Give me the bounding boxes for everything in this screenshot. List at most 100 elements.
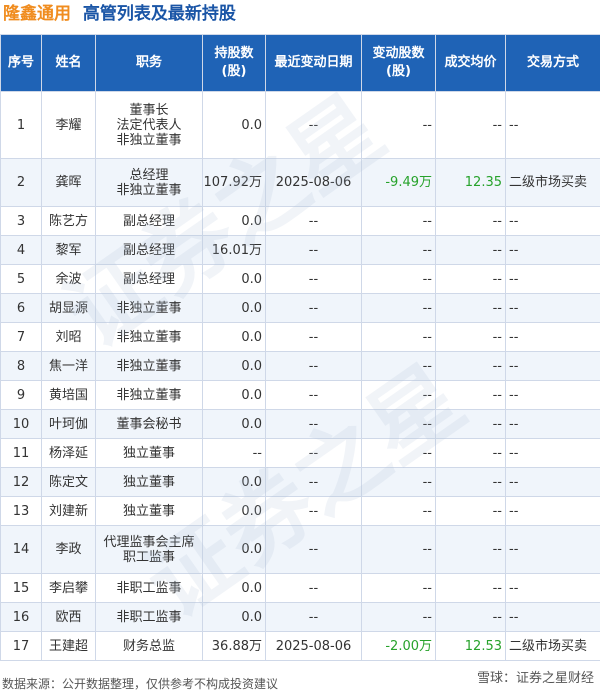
table-cell: 二级市场买卖 [505,631,600,661]
table-cell: 16 [0,602,42,632]
table-cell: -- [505,602,600,632]
table-cell: -- [505,467,600,497]
table-cell: -- [435,438,506,468]
table-cell: -- [361,91,436,159]
column-header: 交易方式 [505,34,600,92]
table-cell: 刘建新 [41,496,96,526]
table-cell: -- [361,206,436,236]
table-cell: 12 [0,467,42,497]
table-cell: 李政 [41,525,96,574]
table-cell: -- [505,91,600,159]
table-cell: -- [435,351,506,381]
table-cell: 0.0 [202,322,266,352]
table-cell: 李耀 [41,91,96,159]
table-cell: 2 [0,158,42,207]
table-row: 1 李耀 董事长 法定代表人 非独立董事 0.0 -- -- -- -- [0,91,600,159]
table-cell: -- [265,380,362,410]
table-cell: -- [265,573,362,603]
table-cell: -- [505,573,600,603]
executive-table: 序号 姓名 职务 持股数 (股) 最近变动日期 变动股数 (股) 成交均价 交易方式 1 李耀董… [0,34,600,661]
table-cell: 黄培国 [41,380,96,410]
table-cell: 17 [0,631,42,661]
table-cell: -- [361,602,436,632]
column-header: 职务 [95,34,203,92]
table-cell: 5 [0,264,42,294]
table-cell: -- [265,235,362,265]
brand-logo: 雪球：证券之星财经 [476,671,594,686]
table-cell: 副总经理 [95,264,203,294]
table-cell: -- [435,525,506,574]
table-cell: 二级市场买卖 [505,158,600,207]
table-cell: 10 [0,409,42,439]
table-cell: 陈定文 [41,467,96,497]
table-cell: 代理监事会主席 职工监事 [95,525,203,574]
table-row: 3 陈艺方 副总经理 0.0 -- -- -- -- [0,206,600,236]
table-cell: -- [505,322,600,352]
column-header: 变动股数 (股) [361,34,436,92]
table-cell: -- [435,380,506,410]
table-row: 7 刘昭 非独立董事 0.0 -- -- -- -- [0,322,600,352]
table-cell: 0.0 [202,91,266,159]
table-cell: 0.0 [202,380,266,410]
table-row: 14 李政 代理监事会主席 职工监事 0.0 -- -- -- -- [0,525,600,574]
table-row: 11 杨泽延 独立董事 -- -- -- -- -- [0,438,600,468]
table-cell: -- [265,206,362,236]
table-cell: 0.0 [202,206,266,236]
table-cell: 0.0 [202,573,266,603]
table-cell: 4 [0,235,42,265]
table-row: 9 黄培国 非独立董事 0.0 -- -- -- -- [0,380,600,410]
table-cell: -- [361,293,436,323]
table-cell: -- [435,264,506,294]
table-cell: 0.0 [202,496,266,526]
table-cell: 6 [0,293,42,323]
table-cell: 11 [0,438,42,468]
table-cell: -- [361,235,436,265]
table-cell: 12.35 [435,158,506,207]
table-cell: 焦一洋 [41,351,96,381]
table-cell: 0.0 [202,264,266,294]
company-name: 隆鑫通用 [3,4,71,24]
table-cell: -- [361,467,436,497]
table-cell: 0.0 [202,293,266,323]
table-cell: 董事会秘书 [95,409,203,439]
table-cell: 李启攀 [41,573,96,603]
table-row: 4 黎军 副总经理 16.01万 -- -- -- -- [0,235,600,265]
table-cell: -- [505,351,600,381]
column-header: 序号 [0,34,42,92]
table-cell: -- [505,496,600,526]
table-cell: -- [361,496,436,526]
table-row: 6 胡显源 非独立董事 0.0 -- -- -- -- [0,293,600,323]
table-cell: 非职工监事 [95,573,203,603]
table-cell: -- [435,206,506,236]
table-cell: -- [435,602,506,632]
table-cell: 非独立董事 [95,322,203,352]
table-cell: -- [505,525,600,574]
table-cell: -- [361,264,436,294]
table-cell: -- [505,235,600,265]
table-cell: 财务总监 [95,631,203,661]
column-header: 持股数 (股) [202,34,266,92]
table-cell: 董事长 法定代表人 非独立董事 [95,91,203,159]
table-cell: 副总经理 [95,206,203,236]
table-header-row: 序号 姓名 职务 持股数 (股) 最近变动日期 变动股数 (股) 成交均价 交易方式 [0,34,600,92]
table-cell: -- [361,380,436,410]
table-cell: 36.88万 [202,631,266,661]
table-cell: -- [505,409,600,439]
table-cell: 2025-08-06 [265,158,362,207]
table-cell: -- [265,91,362,159]
table-cell: -- [265,438,362,468]
table-cell: 欧西 [41,602,96,632]
table-cell: 独立董事 [95,496,203,526]
table-cell: -9.49万 [361,158,436,207]
table-row: 8 焦一洋 非独立董事 0.0 -- -- -- -- [0,351,600,381]
table-cell: 0.0 [202,409,266,439]
table-cell: 15 [0,573,42,603]
table-cell: 总经理 非独立董事 [95,158,203,207]
table-cell: 13 [0,496,42,526]
table-cell: 黎军 [41,235,96,265]
table-cell: -- [265,467,362,497]
table-cell: -- [435,235,506,265]
table-row: 2 龚晖 总经理 非独立董事 107.92万 2025-08-06 -9.49万 12.35… [0,158,600,207]
table-cell: 陈艺方 [41,206,96,236]
table-cell: -- [265,322,362,352]
